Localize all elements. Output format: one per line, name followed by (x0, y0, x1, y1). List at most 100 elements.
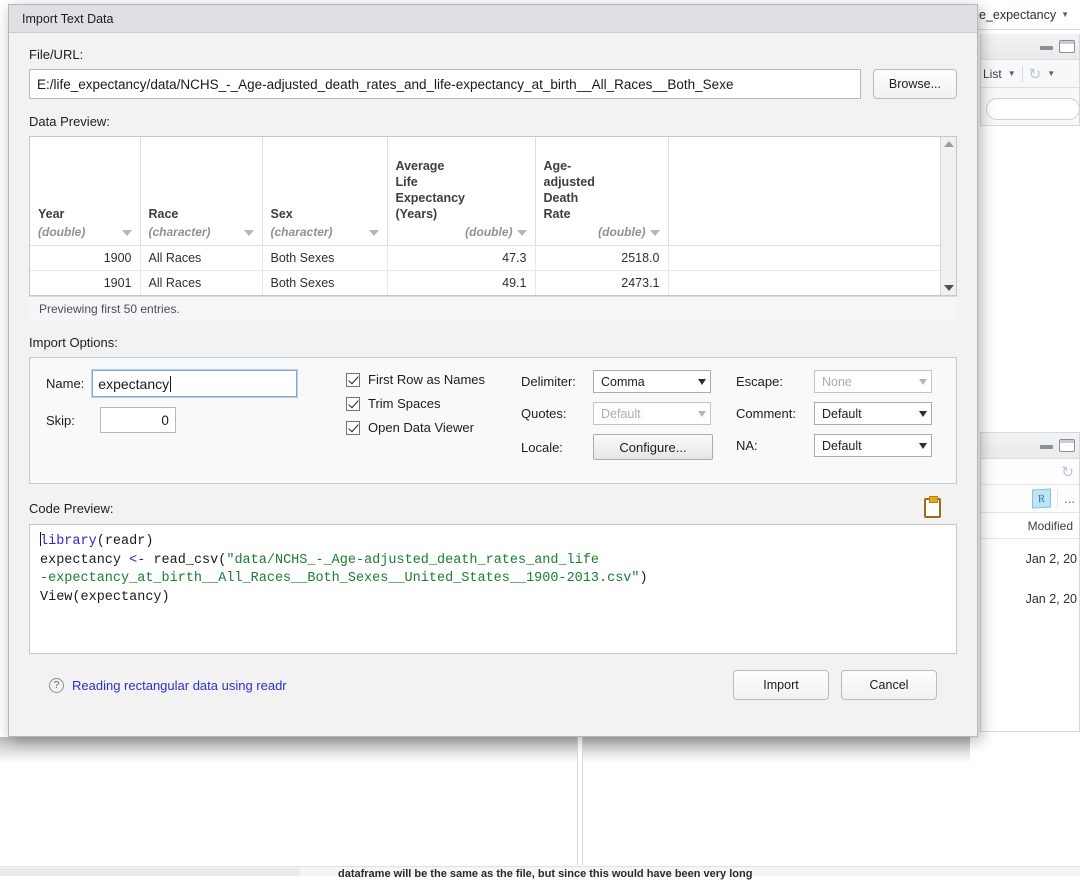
quotes-label: Quotes: (521, 406, 587, 421)
console-pane (0, 737, 578, 865)
r-project-icon[interactable]: R (1032, 489, 1051, 509)
column-name: Age- adjusted Death Rate (544, 158, 660, 222)
checkbox-checked-icon[interactable] (346, 397, 360, 411)
chevron-down-icon[interactable] (919, 379, 927, 385)
table-row: 1901 All Races Both Sexes 49.1 2473.1 (30, 270, 956, 295)
cell-race: All Races (140, 245, 262, 270)
column-header-year[interactable]: Year (double) (30, 137, 140, 245)
na-row: NA: Default (736, 434, 940, 457)
chevron-down-icon[interactable] (698, 379, 706, 385)
scroll-up-icon[interactable] (944, 141, 954, 147)
files-pane: ↻ R ... Modified Jan 2, 20 Jan 2, 20 (980, 432, 1080, 732)
chevron-down-icon[interactable] (698, 411, 706, 417)
comment-row: Comment: Default (736, 402, 940, 425)
chevron-down-icon[interactable] (919, 411, 927, 417)
cancel-button[interactable]: Cancel (841, 670, 937, 700)
skip-input[interactable]: 0 (100, 407, 176, 433)
checkbox-checked-icon[interactable] (346, 373, 360, 387)
chevron-down-icon[interactable]: ▼ (1008, 69, 1016, 78)
column-name: Race (149, 206, 254, 222)
help-icon[interactable]: ? (49, 678, 64, 693)
copy-to-clipboard-icon[interactable] (924, 498, 941, 518)
chevron-down-icon[interactable] (517, 230, 527, 236)
files-toolbar-refresh: ↻ (981, 459, 1079, 485)
environment-list-label[interactable]: List (983, 67, 1002, 81)
plots-pane (582, 737, 970, 865)
checkbox-checked-icon[interactable] (346, 421, 360, 435)
code-string-part2: -expectancy_at_birth__All_Races__Both_Se… (40, 571, 640, 586)
checkbox-first-row-as-names[interactable]: First Row as Names (346, 372, 521, 387)
chevron-down-icon[interactable]: ▼ (1061, 10, 1069, 19)
file-url-input[interactable]: E:/life_expectancy/data/NCHS_-_Age-adjus… (29, 69, 861, 99)
na-value: Default (822, 439, 862, 453)
code-preview-box[interactable]: library(readr) expectancy <- read_csv("d… (29, 524, 957, 654)
column-header-average-life-expectancy[interactable]: Average Life Expectancy (Years) (double) (387, 137, 535, 245)
source-tab-label: e_expectancy (979, 8, 1056, 22)
cell-death-rate: 2473.1 (535, 270, 668, 295)
code-preview-header: Code Preview: (29, 498, 957, 518)
chevron-down-icon[interactable] (369, 230, 379, 236)
column-header-age-adjusted-death-rate[interactable]: Age- adjusted Death Rate (double) (535, 137, 668, 245)
code-assign-operator: <- (129, 553, 153, 568)
data-preview-footer: Previewing first 50 entries. (29, 296, 957, 320)
chevron-down-icon[interactable] (122, 230, 132, 236)
name-input[interactable]: expectancy (92, 370, 297, 397)
chevron-down-icon[interactable]: ▼ (1047, 69, 1055, 78)
maximize-icon[interactable] (1059, 40, 1075, 53)
column-type: (double) (544, 225, 646, 239)
environment-toolbar: List ▼ ↻ ▼ (981, 60, 1079, 88)
column-type: (double) (38, 225, 118, 239)
minimize-icon[interactable] (1039, 41, 1054, 52)
checkbox-open-data-viewer[interactable]: Open Data Viewer (346, 420, 521, 435)
minimize-icon[interactable] (1039, 440, 1054, 451)
delimiter-select[interactable]: Comma (593, 370, 711, 393)
quotes-select[interactable]: Default (593, 402, 711, 425)
checkbox-trim-spaces[interactable]: Trim Spaces (346, 396, 521, 411)
column-header-sex[interactable]: Sex (character) (262, 137, 387, 245)
cell-sex: Both Sexes (262, 270, 387, 295)
column-header-race[interactable]: Race (character) (140, 137, 262, 245)
escape-label: Escape: (736, 374, 808, 389)
code-readcsv-fn: read_csv (153, 553, 218, 568)
environment-search-input[interactable] (986, 98, 1080, 120)
file-url-label: File/URL: (29, 47, 957, 62)
files-column-header-modified[interactable]: Modified (981, 513, 1079, 539)
escape-select[interactable]: None (814, 370, 932, 393)
locale-configure-button[interactable]: Configure... (593, 434, 713, 460)
code-paren-close: ) (640, 571, 648, 586)
import-button[interactable]: Import (733, 670, 829, 700)
refresh-icon[interactable]: ↻ (1061, 463, 1074, 481)
scroll-down-icon[interactable] (944, 285, 954, 291)
files-toolbar-actions: R ... (981, 485, 1079, 513)
source-tab[interactable]: e_expectancy ▼ (976, 0, 1080, 30)
refresh-icon[interactable]: ↻ (1029, 65, 1042, 83)
toolbar-divider (1057, 490, 1058, 508)
chevron-down-icon[interactable] (919, 443, 927, 449)
code-variable: expectancy (40, 553, 129, 568)
help-link[interactable]: ? Reading rectangular data using readr (49, 678, 287, 693)
name-label: Name: (46, 376, 84, 391)
text-caret (170, 376, 171, 392)
files-row[interactable]: Jan 2, 20 (981, 539, 1079, 579)
maximize-icon[interactable] (1059, 439, 1075, 452)
code-library-keyword: library (40, 534, 97, 549)
browse-button[interactable]: Browse... (873, 69, 957, 99)
more-options-icon[interactable]: ... (1064, 491, 1075, 506)
environment-pane-titlebar (981, 34, 1079, 60)
toolbar-divider (1022, 66, 1023, 82)
help-link-label[interactable]: Reading rectangular data using readr (72, 678, 287, 693)
chevron-down-icon[interactable] (244, 230, 254, 236)
cell-life-expectancy: 47.3 (387, 245, 535, 270)
file-url-row: E:/life_expectancy/data/NCHS_-_Age-adjus… (29, 69, 957, 99)
cell-life-expectancy: 49.1 (387, 270, 535, 295)
code-library-args: (readr) (97, 534, 154, 549)
import-text-data-dialog: Import Text Data File/URL: E:/life_expec… (8, 4, 978, 737)
data-preview-scrollbar[interactable] (940, 137, 956, 295)
data-preview-table: Year (double) Race (ch (30, 137, 956, 296)
cell-year: 1900 (30, 245, 140, 270)
na-select[interactable]: Default (814, 434, 932, 457)
files-row[interactable]: Jan 2, 20 (981, 579, 1079, 619)
locale-label: Locale: (521, 440, 587, 455)
comment-select[interactable]: Default (814, 402, 932, 425)
chevron-down-icon[interactable] (650, 230, 660, 236)
